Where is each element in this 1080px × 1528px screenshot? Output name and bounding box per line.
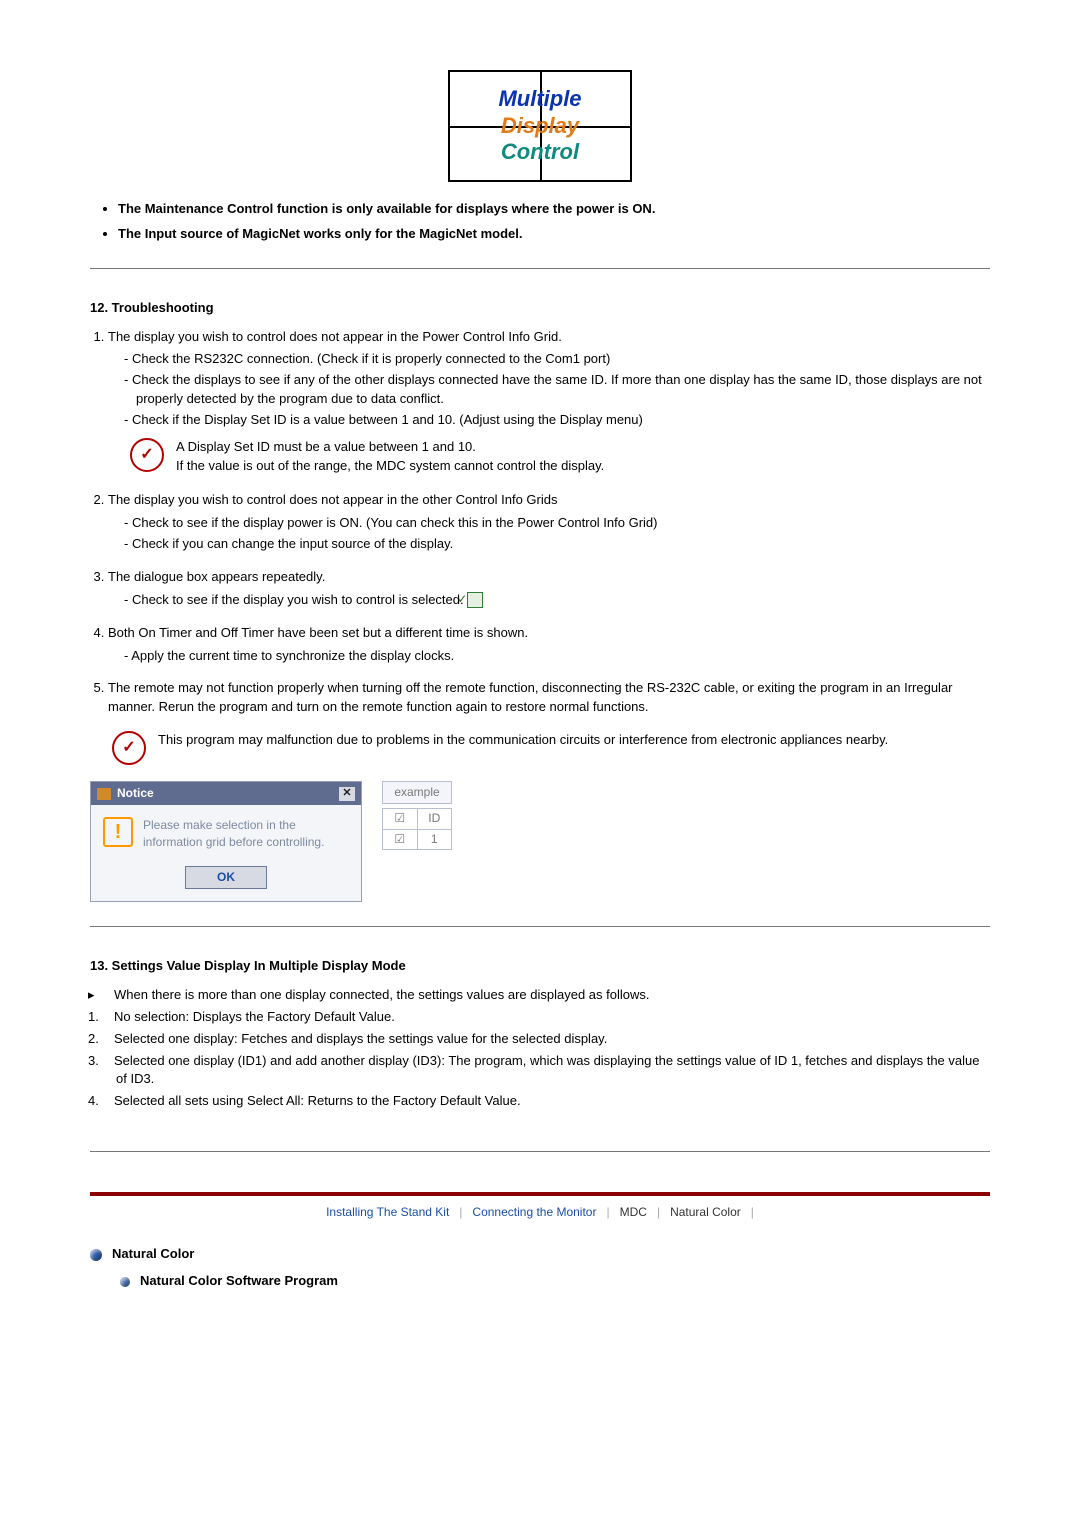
natural-color-subheading: Natural Color Software Program: [120, 1272, 990, 1291]
notice-dialog: Notice ✕ ! Please make selection in the …: [90, 781, 362, 902]
dialog-app-icon: [97, 788, 111, 800]
ts3-sub: Check to see if the display you wish to …: [124, 591, 990, 610]
checkbox-icon: [467, 592, 483, 608]
breadcrumb-link[interactable]: Connecting the Monitor: [472, 1204, 596, 1221]
ts-item-5: The remote may not function properly whe…: [108, 679, 990, 717]
nc-title: Natural Color: [112, 1245, 194, 1264]
final-tip: ✓ This program may malfunction due to pr…: [112, 731, 990, 765]
logo-word-1: Multiple: [498, 86, 581, 112]
section-13-title: 13. Settings Value Display In Multiple D…: [90, 957, 990, 976]
close-icon[interactable]: ✕: [339, 787, 355, 801]
example-check-cell: ☑: [383, 809, 418, 829]
ts-item-1: The display you wish to control does not…: [108, 328, 990, 476]
troubleshooting-list: The display you wish to control does not…: [90, 328, 990, 718]
top-notes: The Maintenance Control function is only…: [90, 200, 990, 244]
ts-item-3: The dialogue box appears repeatedly. Che…: [108, 568, 990, 610]
s13-item: Selected one display (ID1) and add anoth…: [114, 1053, 979, 1087]
warning-icon: !: [103, 817, 133, 847]
example-check-cell: ☑: [383, 829, 418, 849]
divider: [90, 268, 990, 269]
bullet-icon: [90, 1249, 102, 1261]
s13-item: Selected one display: Fetches and displa…: [114, 1031, 607, 1046]
tip-check-icon: ✓: [112, 731, 146, 765]
divider: [90, 1151, 990, 1152]
note-item: The Maintenance Control function is only…: [118, 200, 990, 219]
ts2-sub: Check to see if the display power is ON.…: [124, 514, 990, 533]
tip-check-icon: ✓: [130, 438, 164, 472]
example-id-value: 1: [417, 829, 452, 849]
ts3-sublist: Check to see if the display you wish to …: [108, 591, 990, 610]
ts1-tip-line1: A Display Set ID must be a value between…: [176, 438, 990, 457]
ts-item-4: Both On Timer and Off Timer have been se…: [108, 624, 990, 666]
breadcrumb: Installing The Stand Kit | Connecting th…: [90, 1192, 990, 1221]
breadcrumb-link[interactable]: Installing The Stand Kit: [326, 1204, 449, 1221]
s13-lead: When there is more than one display conn…: [114, 987, 649, 1002]
ts1-head: The display you wish to control does not…: [108, 329, 562, 344]
ts4-sublist: Apply the current time to synchronize th…: [108, 647, 990, 666]
natural-color-heading: Natural Color: [90, 1245, 990, 1264]
bullet-icon: [120, 1277, 130, 1287]
dialog-message: Please make selection in the information…: [143, 817, 349, 849]
ts-item-2: The display you wish to control does not…: [108, 491, 990, 554]
ts2-head: The display you wish to control does not…: [108, 492, 557, 507]
ts1-sub: Check the displays to see if any of the …: [124, 371, 990, 409]
ts3-head: The dialogue box appears repeatedly.: [108, 569, 325, 584]
final-tip-text: This program may malfunction due to prob…: [158, 731, 990, 750]
divider: [90, 926, 990, 927]
ts1-tip: ✓ A Display Set ID must be a value betwe…: [130, 438, 990, 476]
mdc-logo: Multiple Display Control: [448, 70, 632, 182]
example-grid: example ☑ ID ☑ 1: [382, 781, 452, 850]
example-label: example: [382, 781, 452, 804]
ts2-sub: Check if you can change the input source…: [124, 535, 990, 554]
ts1-tip-line2: If the value is out of the range, the MD…: [176, 457, 990, 476]
ts5-head: The remote may not function properly whe…: [108, 680, 953, 714]
logo-word-2: Display: [501, 113, 579, 139]
dialog-title-text: Notice: [117, 785, 154, 802]
ts4-head: Both On Timer and Off Timer have been se…: [108, 625, 528, 640]
s13-item: Selected all sets using Select All: Retu…: [114, 1093, 521, 1108]
ts2-sublist: Check to see if the display power is ON.…: [108, 514, 990, 554]
logo-word-3: Control: [501, 139, 579, 165]
ts1-sub: Check if the Display Set ID is a value b…: [124, 411, 990, 430]
note-item: The Input source of MagicNet works only …: [118, 225, 990, 244]
section-13-body: ▸When there is more than one display con…: [102, 986, 990, 1111]
example-id-header: ID: [417, 809, 452, 829]
breadcrumb-current: Natural Color: [670, 1204, 741, 1221]
section-12-title: 12. Troubleshooting: [90, 299, 990, 318]
s13-item: No selection: Displays the Factory Defau…: [114, 1009, 395, 1024]
breadcrumb-link[interactable]: MDC: [620, 1204, 647, 1221]
ts1-sub: Check the RS232C connection. (Check if i…: [124, 350, 990, 369]
ts1-sublist: Check the RS232C connection. (Check if i…: [108, 350, 990, 429]
arrow-icon: ▸: [102, 986, 114, 1005]
nc-sub-title: Natural Color Software Program: [140, 1272, 338, 1291]
ts4-sub: Apply the current time to synchronize th…: [124, 647, 990, 666]
ok-button[interactable]: OK: [185, 866, 267, 889]
ts3-sub-text: Check to see if the display you wish to …: [132, 592, 464, 607]
